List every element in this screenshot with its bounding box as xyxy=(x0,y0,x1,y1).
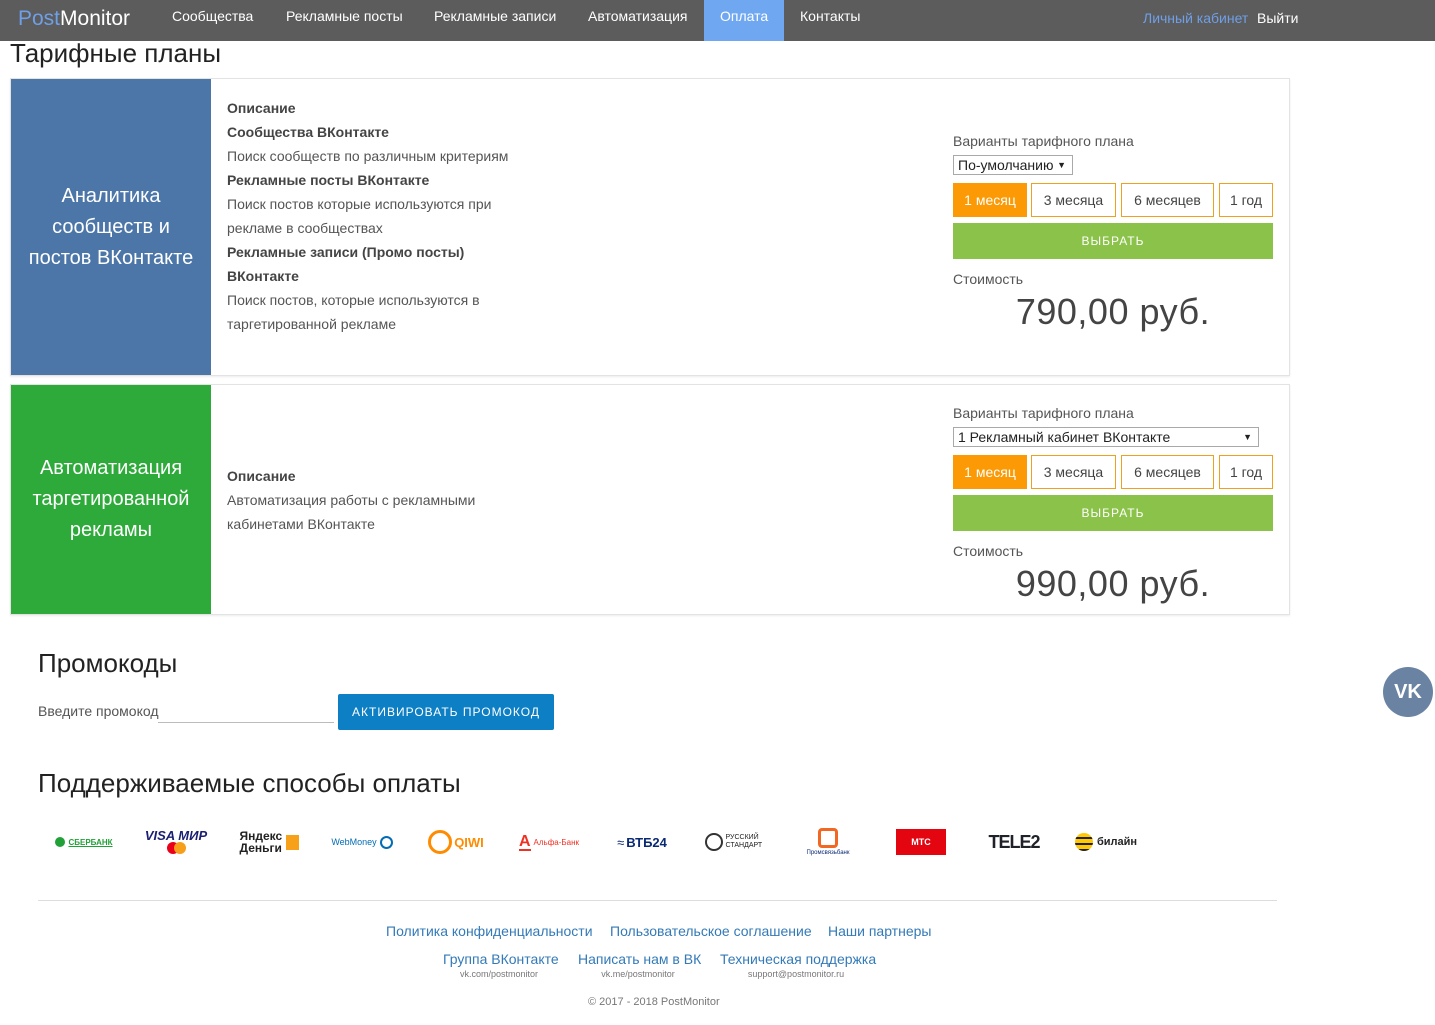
period-6-months-button[interactable]: 6 месяцев xyxy=(1121,183,1214,217)
plan-description: Описание Автоматизация работы с рекламны… xyxy=(227,464,497,536)
plan-options: Варианты тарифного плана По-умолчанию ▼ … xyxy=(953,131,1273,335)
footer-divider xyxy=(38,900,1277,901)
mastercard-icon xyxy=(166,842,186,854)
top-navbar: PostMonitor Сообщества Рекламные посты Р… xyxy=(0,0,1435,41)
sberbank-icon xyxy=(55,837,66,847)
support-email: support@postmonitor.ru xyxy=(747,969,845,979)
select-value: 1 Рекламный кабинет ВКонтакте xyxy=(958,429,1171,445)
select-value: По-умолчанию xyxy=(958,157,1054,173)
plan-name: Аналитика сообществ и постов ВКонтакте xyxy=(11,79,211,375)
yandex-money-logo: Яндекс Деньги xyxy=(236,823,302,861)
nav-item-contacts[interactable]: Контакты xyxy=(784,0,876,41)
period-1-year-button[interactable]: 1 год xyxy=(1219,183,1273,217)
privacy-policy-link[interactable]: Политика конфиденциальности xyxy=(386,923,593,939)
plan-options: Варианты тарифного плана 1 Рекламный каб… xyxy=(953,403,1273,607)
visa-mir-mastercard-logo: VISA МИР xyxy=(140,823,212,861)
cost-label: Стоимость xyxy=(953,543,1024,559)
description-heading: Описание xyxy=(227,468,296,484)
nav-item-communities[interactable]: Сообщества xyxy=(156,0,269,41)
beeline-logo: билайн xyxy=(1072,823,1140,861)
promo-label: Введите промокод xyxy=(38,703,159,719)
page-title: Тарифные планы xyxy=(10,38,222,68)
description-subheading: Рекламные записи (Промо посты) ВКонтакте xyxy=(227,244,465,284)
vk-group-link[interactable]: Группа ВКонтакте xyxy=(443,951,559,967)
plan-variant-select[interactable]: По-умолчанию ▼ xyxy=(953,155,1073,175)
promo-title: Промокоды xyxy=(38,648,178,678)
psb-icon xyxy=(818,828,838,848)
period-1-year-button[interactable]: 1 год xyxy=(1219,455,1273,489)
user-agreement-link[interactable]: Пользовательское соглашение xyxy=(610,923,812,939)
standard-icon xyxy=(704,833,723,851)
price-value: 990,00 руб. xyxy=(1015,563,1211,604)
nav-item-ad-records[interactable]: Рекламные записи xyxy=(418,0,572,41)
alfa-bank-logo: А Альфа-Банк xyxy=(518,832,580,851)
beeline-icon xyxy=(1074,833,1093,851)
period-1-month-button[interactable]: 1 месяц xyxy=(953,183,1027,217)
globe-icon xyxy=(379,835,393,849)
plan-name: Автоматизация таргетированной рекламы xyxy=(11,385,211,614)
choose-button[interactable]: ВЫБРАТЬ xyxy=(953,223,1273,259)
description-text: Автоматизация работы с рекламными кабине… xyxy=(227,492,476,532)
promsvyazbank-logo: Промсвязьбанк xyxy=(800,823,856,861)
description-subheading: Сообщества ВКонтакте xyxy=(227,124,389,140)
nav-item-automation[interactable]: Автоматизация xyxy=(572,0,703,41)
tele2-logo: TELE2 xyxy=(988,831,1040,852)
period-selector: 1 месяц 3 месяца 6 месяцев 1 год xyxy=(953,455,1273,489)
price-value: 790,00 руб. xyxy=(1015,291,1211,332)
activate-promo-button[interactable]: АКТИВИРОВАТЬ ПРОМОКОД xyxy=(338,694,554,730)
vtb24-logo: ≈ ВТБ24 xyxy=(617,834,667,850)
options-label: Варианты тарифного плана xyxy=(953,133,1134,149)
cost-label: Стоимость xyxy=(953,271,1024,287)
write-vk-url: vk.me/postmonitor xyxy=(601,969,675,979)
dropdown-arrow-icon: ▼ xyxy=(1057,160,1066,170)
wallet-icon xyxy=(285,834,299,850)
webmoney-logo: WebMoney xyxy=(328,823,396,861)
nav-item-payment[interactable]: Оплата xyxy=(704,0,784,41)
choose-button[interactable]: ВЫБРАТЬ xyxy=(953,495,1273,531)
nav-item-ad-posts[interactable]: Рекламные посты xyxy=(270,0,419,41)
plan-card-analytics: Аналитика сообществ и постов ВКонтакте О… xyxy=(10,78,1290,376)
copyright: © 2017 - 2018 PostMonitor xyxy=(588,996,720,1008)
partners-link[interactable]: Наши партнеры xyxy=(828,923,931,939)
promo-code-input[interactable] xyxy=(158,700,334,723)
options-label: Варианты тарифного плана xyxy=(953,405,1134,421)
mts-logo: МТС xyxy=(895,823,947,861)
description-text: Поиск сообществ по различным критериям xyxy=(227,148,509,164)
alfa-icon: А xyxy=(518,832,531,851)
description-text: Поиск постов, которые используются в тар… xyxy=(227,292,480,332)
vtb-icon: ≈ xyxy=(617,834,625,850)
vk-float-button[interactable]: VK xyxy=(1383,667,1433,717)
period-3-months-button[interactable]: 3 месяца xyxy=(1031,455,1116,489)
write-vk-link[interactable]: Написать нам в ВК xyxy=(578,951,701,967)
period-6-months-button[interactable]: 6 месяцев xyxy=(1121,455,1214,489)
plan-card-automation: Автоматизация таргетированной рекламы Оп… xyxy=(10,384,1290,615)
description-text: Поиск постов которые используются при ре… xyxy=(227,196,492,236)
russian-standard-logo: РУССКИЙ СТАНДАРТ xyxy=(702,823,768,861)
qiwi-logo: QIWI xyxy=(424,823,488,861)
brand-logo[interactable]: PostMonitor xyxy=(18,6,130,32)
period-selector: 1 месяц 3 месяца 6 месяцев 1 год xyxy=(953,183,1273,217)
cabinet-link[interactable]: Личный кабинет xyxy=(1143,0,1248,41)
dropdown-arrow-icon: ▼ xyxy=(1243,432,1252,442)
description-heading: Описание xyxy=(227,100,296,116)
support-link[interactable]: Техническая поддержка xyxy=(720,951,876,967)
payment-methods-title: Поддерживаемые способы оплаты xyxy=(38,768,461,798)
plan-variant-select[interactable]: 1 Рекламный кабинет ВКонтакте ▼ xyxy=(953,427,1259,447)
logout-link[interactable]: Выйти xyxy=(1257,0,1298,41)
plan-description: Описание Сообщества ВКонтакте Поиск сооб… xyxy=(227,96,517,336)
period-1-month-button[interactable]: 1 месяц xyxy=(953,455,1027,489)
sberbank-logo: СБЕРБАНК xyxy=(52,823,116,861)
qiwi-icon xyxy=(428,830,453,854)
vk-group-url: vk.com/postmonitor xyxy=(459,969,539,979)
description-subheading: Рекламные посты ВКонтакте xyxy=(227,172,430,188)
period-3-months-button[interactable]: 3 месяца xyxy=(1031,183,1116,217)
